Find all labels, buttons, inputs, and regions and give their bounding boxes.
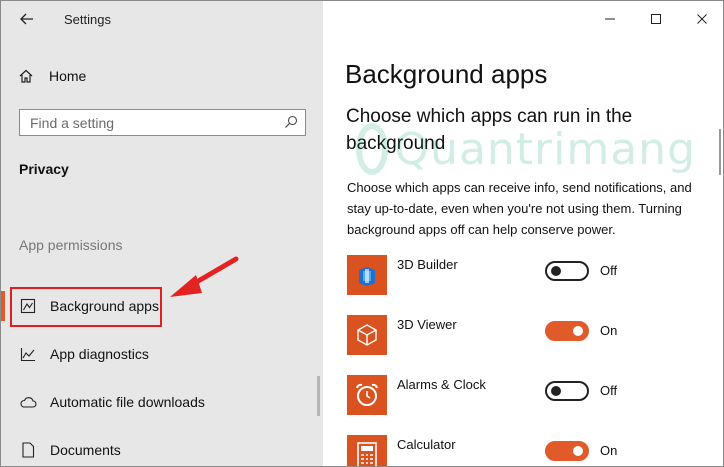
search-icon[interactable] <box>284 115 298 129</box>
sidebar-item-documents[interactable]: Documents <box>9 433 309 466</box>
home-label: Home <box>49 68 87 84</box>
subheading: Choose which apps can run in the backgro… <box>346 106 633 154</box>
red-arrow-annotation <box>170 256 239 297</box>
home-icon <box>17 67 35 85</box>
app-row-3d-viewer: 3D Viewer On <box>347 315 707 355</box>
maximize-button[interactable] <box>633 1 679 37</box>
calculator-icon <box>347 435 387 466</box>
home-nav-item[interactable]: Home <box>17 65 86 87</box>
toggle-state: On <box>600 323 618 338</box>
back-arrow-icon <box>20 13 33 25</box>
settings-window: Settings Home Privacy App permissions <box>0 0 724 467</box>
minimize-button[interactable] <box>587 1 633 37</box>
toggle-switch[interactable] <box>545 321 589 341</box>
diagnostics-icon <box>19 345 37 363</box>
section-title: Privacy <box>19 161 69 177</box>
3d-builder-icon <box>347 255 387 295</box>
sidebar-item-automatic-file-downloads[interactable]: Automatic file downloads <box>9 385 309 419</box>
title-bar: Settings <box>1 1 323 37</box>
toggle-switch[interactable] <box>545 381 589 401</box>
window-controls <box>587 1 723 37</box>
sidebar-item-label: App diagnostics <box>50 346 149 362</box>
app-name: Alarms & Clock <box>397 377 486 392</box>
app-name: 3D Builder <box>397 257 458 272</box>
group-label: App permissions <box>19 237 123 253</box>
toggle-state: Off <box>600 383 618 398</box>
document-icon <box>19 441 37 459</box>
search-box[interactable] <box>19 109 306 136</box>
close-button[interactable] <box>679 1 723 37</box>
maximize-icon <box>651 14 661 24</box>
toggle-knob <box>573 326 583 336</box>
alarm-clock-icon <box>347 375 387 415</box>
close-icon <box>697 14 707 24</box>
sidebar: Settings Home Privacy App permissions <box>1 1 323 466</box>
app-name: 3D Viewer <box>397 317 457 332</box>
cloud-icon <box>19 393 37 411</box>
content-scrollbar[interactable] <box>719 129 721 175</box>
minimize-icon <box>605 18 615 20</box>
back-button[interactable] <box>15 9 39 29</box>
page-title: Background apps <box>345 59 548 89</box>
search-input[interactable] <box>20 110 270 135</box>
description: Choose which apps can receive info, send… <box>347 180 692 237</box>
app-name: Calculator <box>397 437 456 452</box>
toggle-state: Off <box>600 263 618 278</box>
3d-viewer-icon <box>347 315 387 355</box>
toggle-switch[interactable] <box>545 261 589 281</box>
toggle-switch[interactable] <box>545 441 589 461</box>
content-pane: Background apps Choose which apps can ru… <box>323 1 723 466</box>
app-title: Settings <box>64 12 111 27</box>
toggle-knob <box>551 266 561 276</box>
app-row-alarms-clock: Alarms & Clock Off <box>347 375 707 415</box>
app-row-3d-builder: 3D Builder Off <box>347 255 707 295</box>
sidebar-item-label: Documents <box>50 442 121 458</box>
sidebar-item-label: Automatic file downloads <box>50 394 205 410</box>
app-row-calculator: Calculator On <box>347 435 707 466</box>
selection-indicator <box>1 291 5 321</box>
toggle-knob <box>573 446 583 456</box>
sidebar-item-app-diagnostics[interactable]: App diagnostics <box>9 337 309 371</box>
sidebar-scrollbar[interactable] <box>317 376 320 416</box>
annotation-highlight-box <box>10 287 162 327</box>
toggle-knob <box>551 386 561 396</box>
toggle-state: On <box>600 443 618 458</box>
